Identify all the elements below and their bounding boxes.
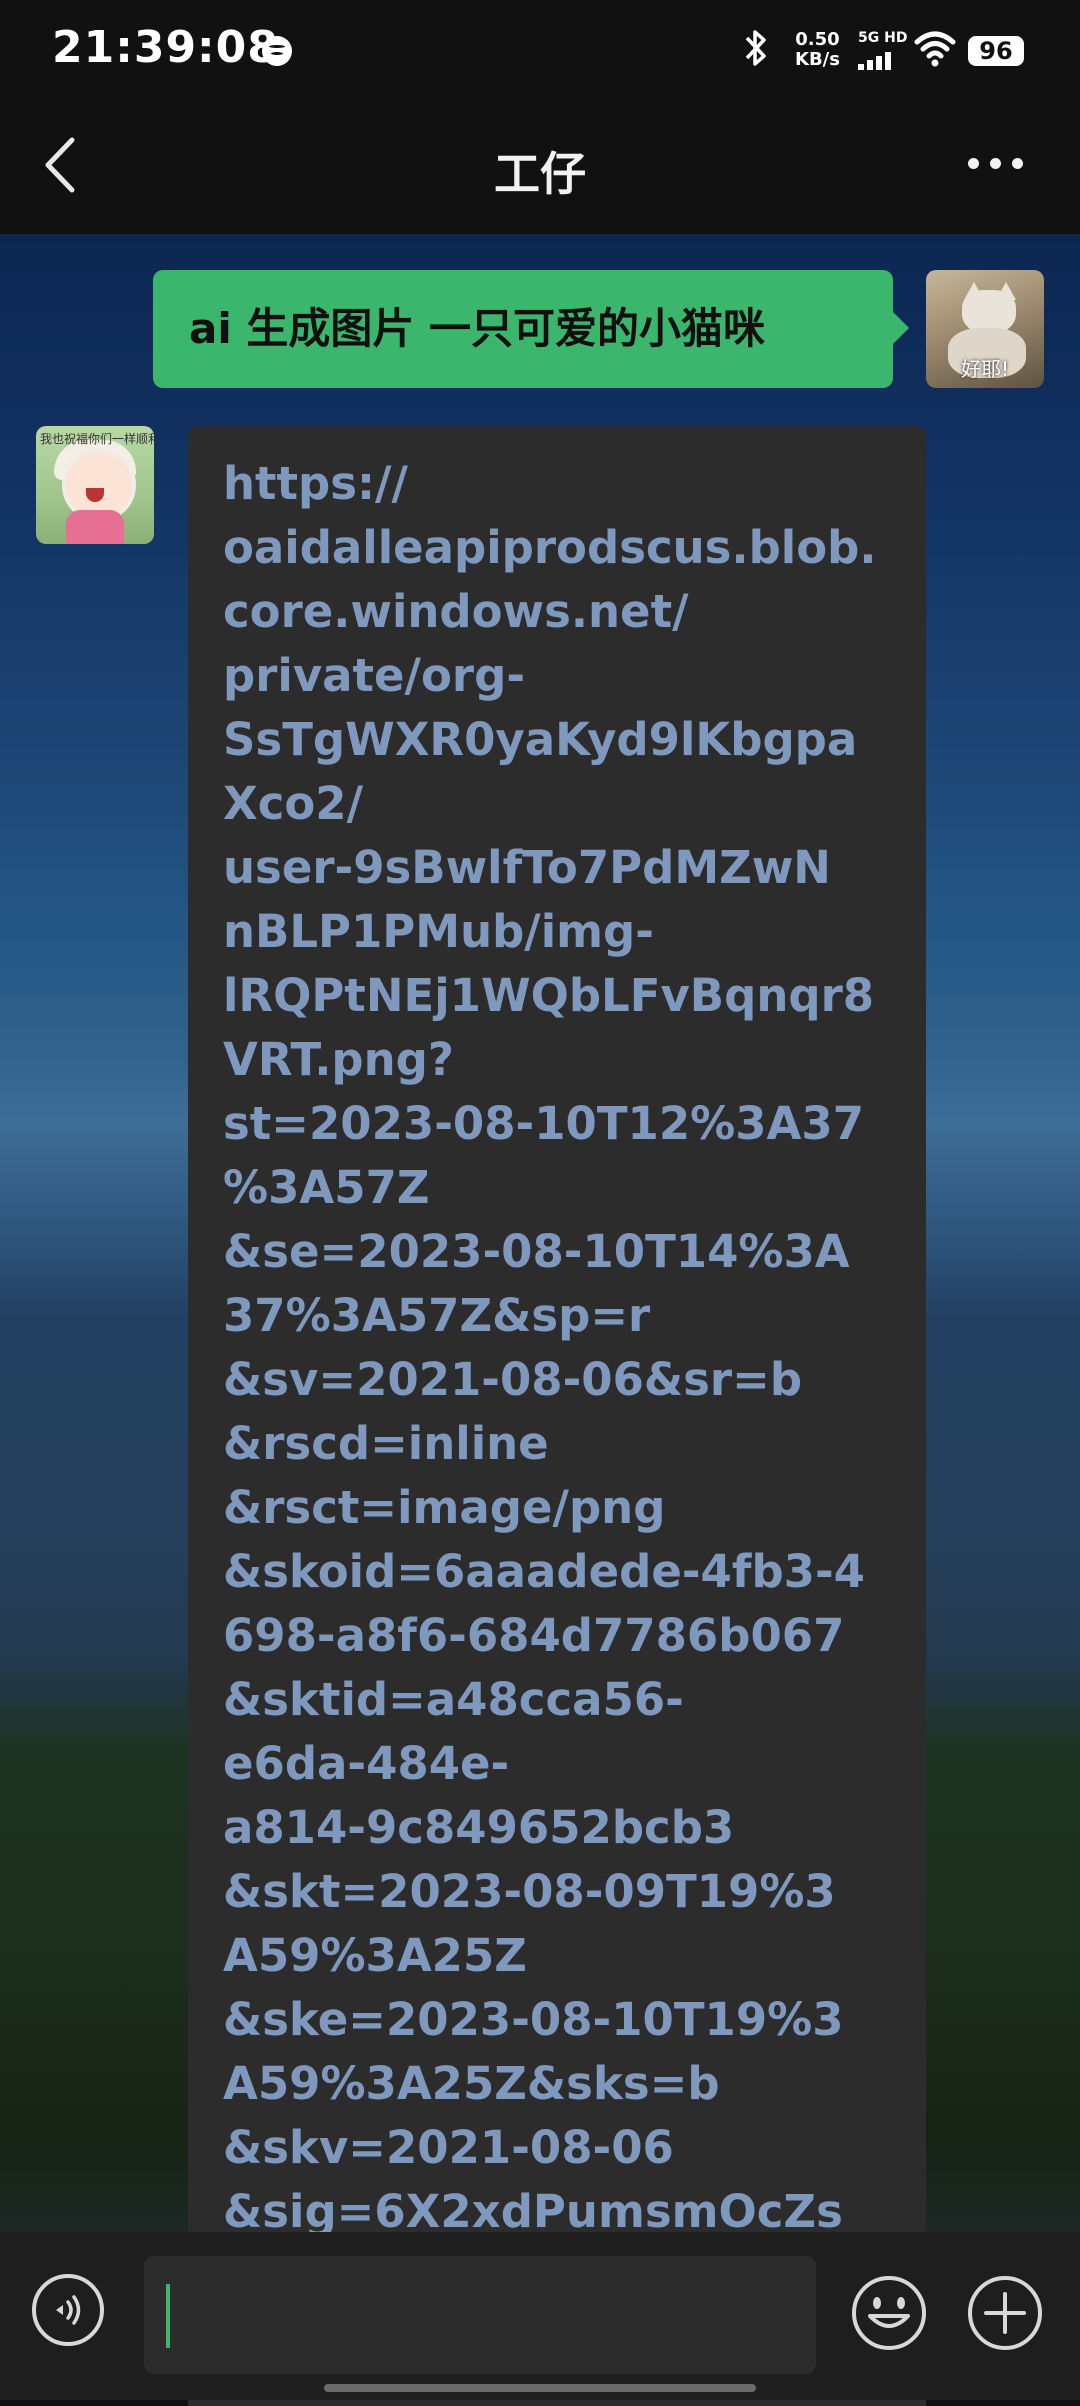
- home-indicator: [324, 2384, 756, 2392]
- message-text-line: lRQPtNEj1WQbLFvBqnqr8: [223, 969, 875, 1022]
- message-text-line: VRT.png?: [223, 1033, 454, 1086]
- message-text-line: e6da-484e-: [223, 1737, 510, 1790]
- message-text-line: &skv=2021-08-06: [223, 2121, 674, 2174]
- voice-icon: [56, 2295, 81, 2325]
- message-url-text: https:// oaidalleapiprodscus.blob. core.wi…: [223, 452, 896, 2244]
- spotify-icon: [262, 36, 292, 66]
- message-text-line: &ske=2023-08-10T19%3: [223, 1993, 844, 2046]
- status-time: 21:39:08: [52, 22, 279, 73]
- emoji-icon: [852, 2276, 926, 2350]
- message-text-line: &se=2023-08-10T14%3A: [223, 1225, 850, 1278]
- chat-title: 工仔: [494, 147, 586, 201]
- message-text-line: %3A57Z: [223, 1161, 430, 1214]
- message-text-line: core.windows.net/: [223, 585, 689, 638]
- contact-avatar-caption: 我也祝福你们一样顺利: [40, 432, 154, 446]
- contact-avatar[interactable]: 我也祝福你们一样顺利: [36, 426, 154, 544]
- message-text-line: &rsct=image/png: [223, 1481, 666, 1534]
- message-text-line: &skoid=6aaadede-4fb3-4: [223, 1545, 865, 1598]
- message-text-line: &skt=2023-08-09T19%3: [223, 1865, 836, 1918]
- message-text-line: 698-a8f6-684d7786b067: [223, 1609, 845, 1662]
- text-cursor: [166, 2284, 170, 2348]
- bluetooth-icon: [742, 28, 770, 77]
- message-text-line: oaidalleapiprodscus.blob.: [223, 521, 877, 574]
- message-text-line: a814-9c849652bcb3: [223, 1801, 735, 1854]
- message-text-line: SsTgWXR0yaKyd9lKbgpa: [223, 713, 858, 766]
- network-speed: 0.50 KB/s: [795, 30, 840, 70]
- network-speed-unit: KB/s: [795, 49, 840, 70]
- message-text-line: 37%3A57Z&sp=r: [223, 1289, 651, 1342]
- message-text-line: private/org-: [223, 649, 525, 702]
- message-input[interactable]: [144, 2256, 816, 2374]
- message-text-line: &sktid=a48cca56-: [223, 1673, 684, 1726]
- more-functions-button[interactable]: [966, 2274, 1044, 2352]
- message-text-line: A59%3A25Z&sks=b: [223, 2057, 720, 2110]
- more-button[interactable]: [968, 158, 1024, 172]
- message-text-line: Xco2/: [223, 777, 364, 830]
- network-type: 5G HD: [858, 30, 908, 46]
- my-avatar[interactable]: 好耶!: [926, 270, 1044, 388]
- my-avatar-caption: 好耶!: [960, 357, 1010, 381]
- my-message-bubble[interactable]: ai 生成图片 一只可爱的小猫咪: [153, 270, 909, 388]
- plus-icon: [968, 2276, 1042, 2350]
- message-text-line: st=2023-08-10T12%3A37: [223, 1097, 865, 1150]
- message-text-line: user-9sBwlfTo7PdMZwN: [223, 841, 831, 894]
- message-text-line: nBLP1PMub/img-: [223, 905, 654, 958]
- message-text-line: A59%3A25Z: [223, 1929, 527, 1982]
- message-text-line: https://: [223, 457, 408, 510]
- message-text-line: &sv=2021-08-06&sr=b: [223, 1353, 803, 1406]
- emoji-button[interactable]: [850, 2274, 928, 2352]
- wifi-icon: [914, 28, 956, 68]
- signal-icon: [858, 48, 902, 70]
- contact-message-bubble[interactable]: https:// oaidalleapiprodscus.blob. core.wi…: [188, 426, 926, 2406]
- battery-icon: 96: [968, 36, 1024, 66]
- voice-button[interactable]: [32, 2274, 104, 2346]
- network-speed-value: 0.50: [795, 29, 840, 50]
- status-bar: 21:39:08 0.50 KB/s 5G HD 96: [0, 0, 1080, 98]
- message-text-line: &rscd=inline: [223, 1417, 549, 1470]
- chat-header: 工仔: [0, 98, 1080, 234]
- more-dots-icon: [968, 158, 979, 169]
